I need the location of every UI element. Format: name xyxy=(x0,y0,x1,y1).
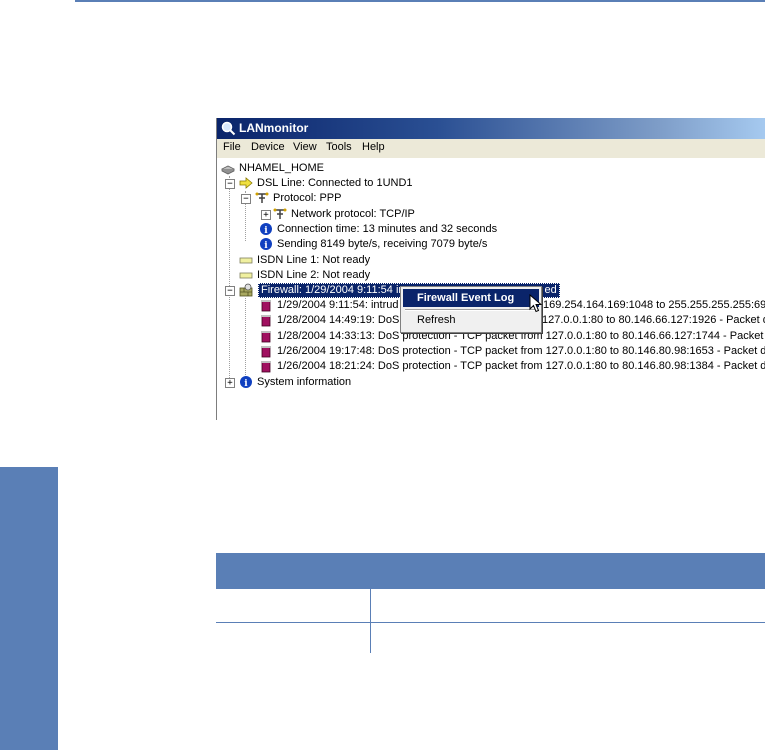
menu-help[interactable]: Help xyxy=(362,141,385,153)
tree-item-event[interactable]: 1/26/2004 18:21:24: DoS protection - TCP… xyxy=(257,359,765,374)
table-row-divider xyxy=(216,622,765,623)
tree-label: 127.0.0.1:80 to 80.146.66.127:1926 - Pac… xyxy=(542,314,765,326)
trash-bin-icon xyxy=(261,300,271,312)
trash-bin-icon xyxy=(261,315,271,327)
menu-tools[interactable]: Tools xyxy=(326,141,352,153)
lanmonitor-app-icon xyxy=(221,121,236,136)
menu-item-firewall-event-log[interactable]: Firewall Event Log xyxy=(403,289,539,307)
tree-label: DSL Line: Connected to 1UND1 xyxy=(257,177,413,189)
svg-text:i: i xyxy=(264,241,268,251)
tree-label: 1/29/2004 9:11:54: intrud xyxy=(277,299,399,311)
tree-item-event[interactable]: 1/26/2004 19:17:48: DoS protection - TCP… xyxy=(257,344,765,359)
side-accent-bar xyxy=(0,467,58,750)
tree-item-dsl[interactable]: − DSL Line: Connected to 1UND1 xyxy=(225,176,761,191)
expand-icon[interactable]: + xyxy=(261,210,271,220)
line-status-icon xyxy=(239,272,253,279)
mouse-cursor-icon xyxy=(529,294,543,313)
network-protocol-icon xyxy=(255,192,269,203)
tree-item-network-protocol[interactable]: + Network protocol: TCP/IP xyxy=(261,207,761,222)
tree-item-protocol[interactable]: − Protocol: PPP xyxy=(241,191,761,206)
tree-label: 169.254.164.169:1048 to 255.255.255.255:… xyxy=(543,299,765,311)
collapse-icon[interactable]: − xyxy=(225,179,235,189)
title-bar[interactable]: LANmonitor xyxy=(217,118,765,139)
svg-text:i: i xyxy=(244,379,248,389)
tree-item-isdn1[interactable]: ISDN Line 1: Not ready xyxy=(237,253,761,268)
tree-item-throughput[interactable]: i Sending 8149 byte/s, receiving 7079 by… xyxy=(257,237,761,252)
menu-view[interactable]: View xyxy=(293,141,317,153)
tree-line xyxy=(229,176,230,384)
menu-bar: File Device View Tools Help xyxy=(217,139,765,159)
table-column-divider xyxy=(370,589,371,653)
info-icon: i xyxy=(260,223,272,236)
router-icon xyxy=(221,165,235,175)
arrow-right-icon xyxy=(239,177,253,189)
svg-text:i: i xyxy=(264,226,268,236)
tree-label: System information xyxy=(257,376,352,388)
tree-item-connection-time[interactable]: i Connection time: 13 minutes and 32 sec… xyxy=(257,222,761,237)
firewall-icon xyxy=(239,283,253,297)
tree-label: ISDN Line 1: Not ready xyxy=(257,254,371,266)
top-rule xyxy=(75,0,765,2)
window-title: LANmonitor xyxy=(239,121,309,135)
info-icon: i xyxy=(260,238,272,251)
network-protocol-icon xyxy=(273,208,287,219)
tree-label: Sending 8149 byte/s, receiving 7079 byte… xyxy=(277,238,488,250)
context-menu: Firewall Event Log Refresh xyxy=(400,286,542,333)
line-status-icon xyxy=(239,257,253,264)
tree-label: 1/26/2004 18:21:24: DoS protection - TCP… xyxy=(277,360,765,372)
tree-item-isdn2[interactable]: ISDN Line 2: Not ready xyxy=(237,268,761,283)
trash-bin-icon xyxy=(261,331,271,343)
info-icon: i xyxy=(240,376,252,389)
tree-label: Connection time: 13 minutes and 32 secon… xyxy=(277,223,498,235)
tree-label: Network protocol: TCP/IP xyxy=(291,208,415,220)
tree-label: 1/28/2004 14:49:19: DoS xyxy=(277,314,400,326)
table-header xyxy=(216,553,765,589)
expand-icon[interactable]: + xyxy=(225,378,235,388)
tree-item-root[interactable]: NHAMEL_HOME xyxy=(221,161,761,176)
collapse-icon[interactable]: − xyxy=(241,194,251,204)
menu-file[interactable]: File xyxy=(223,141,241,153)
tree-line xyxy=(245,298,246,383)
trash-bin-icon xyxy=(261,346,271,358)
menu-item-refresh[interactable]: Refresh xyxy=(403,311,539,329)
trash-bin-icon xyxy=(261,361,271,373)
tree-label: NHAMEL_HOME xyxy=(239,162,324,174)
menu-device[interactable]: Device xyxy=(251,141,285,153)
lanmonitor-window: LANmonitor File Device View Tools Help N… xyxy=(216,118,765,420)
tree-label: Protocol: PPP xyxy=(273,192,342,204)
tree-label: ISDN Line 2: Not ready xyxy=(257,269,371,281)
collapse-icon[interactable]: − xyxy=(225,286,235,296)
tree-label: 1/26/2004 19:17:48: DoS protection - TCP… xyxy=(277,345,765,357)
tree-item-system-information[interactable]: + i System information xyxy=(225,375,761,390)
